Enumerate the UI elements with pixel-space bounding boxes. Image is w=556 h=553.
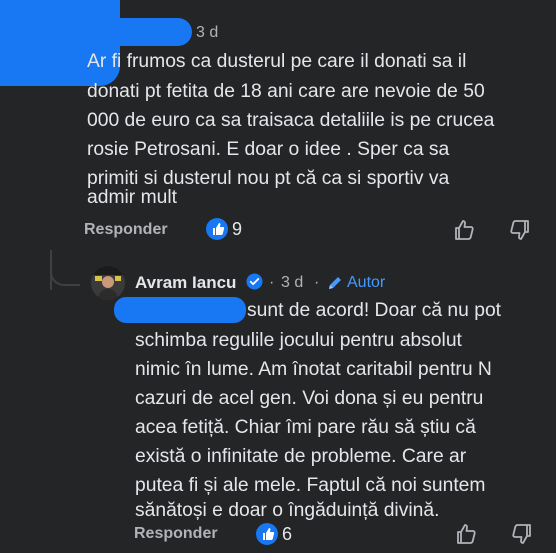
comment-line: sănătoși e doar o îngăduință divină. [135, 500, 440, 521]
like-count: 9 [232, 219, 243, 239]
like-icon[interactable] [454, 522, 478, 546]
pencil-icon [329, 277, 341, 289]
comment-line: schimba regulile jocului pentru absolut [135, 330, 462, 351]
comment-line: există o infinitate de probleme. Care ar [135, 446, 467, 467]
comment-line: Ar fi frumos ca dusterul pe care il dona… [87, 51, 467, 72]
comment-line: sunt de acord! Doar că nu pot [247, 300, 502, 321]
reply-button[interactable]: Responder [84, 221, 168, 239]
like-icon [213, 223, 225, 235]
comment-line: putea fi și ale mele. Faptul că noi sunt… [135, 475, 486, 496]
avatar[interactable] [91, 266, 125, 300]
comment-line: cazuri de acel gen. Voi dona și eu pentr… [135, 388, 484, 409]
like-badge [256, 523, 278, 545]
comment-line: nimic în lume. Am înotat caritabil pentr… [135, 359, 492, 380]
like-badge [206, 218, 228, 240]
verified-badge-icon [246, 273, 263, 290]
like-icon[interactable] [452, 218, 476, 242]
separator: · [269, 274, 275, 291]
redacted-mention-blur [114, 297, 246, 323]
like-icon [263, 528, 275, 540]
comment-timestamp: 3 d [196, 24, 219, 41]
comment-line: rosie Petrosani. E doar o idee . Sper ca… [87, 139, 450, 160]
comment-line: admir mult [87, 187, 177, 208]
author-badge: Autor [347, 274, 386, 291]
comment-line: donati pt fetita de 18 ani care are nevo… [87, 81, 485, 102]
reply-button[interactable]: Responder [134, 525, 218, 543]
like-count: 6 [282, 524, 293, 544]
dislike-icon[interactable] [510, 522, 534, 546]
comment-line: acea fetiță. Chiar îmi pare rău să știu … [135, 417, 476, 438]
redacted-name-blur-2 [0, 18, 192, 46]
dislike-icon[interactable] [508, 218, 532, 242]
author-name[interactable]: Avram Iancu [135, 273, 236, 293]
separator: · [314, 274, 320, 291]
thread-curve [50, 250, 80, 286]
comment-timestamp: 3 d [281, 274, 304, 291]
comment-line: 000 de euro ca sa traisaca detaliile is … [87, 110, 495, 131]
